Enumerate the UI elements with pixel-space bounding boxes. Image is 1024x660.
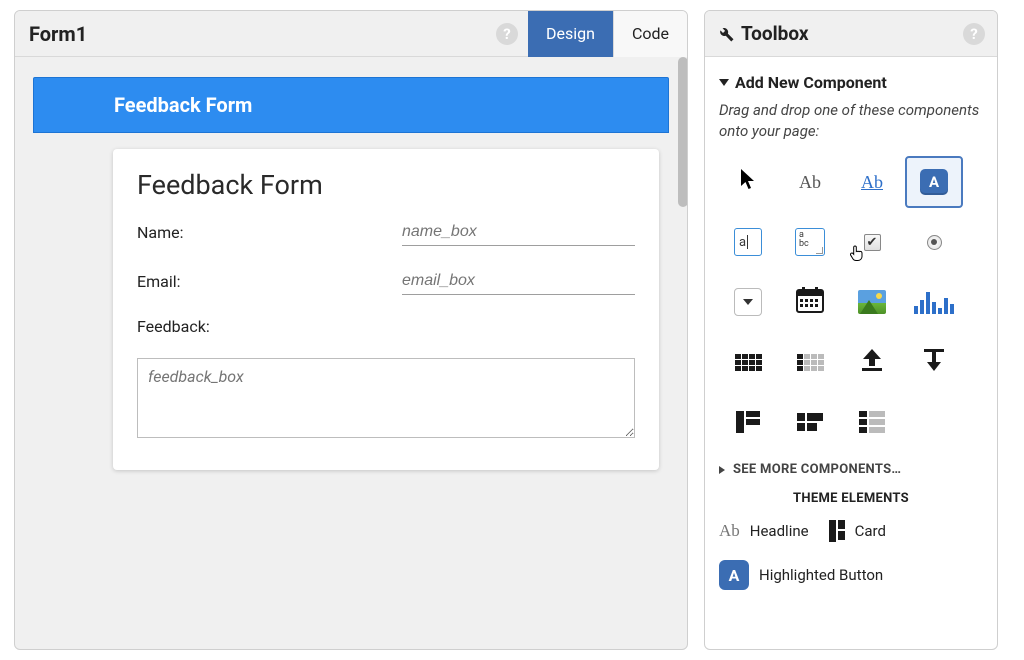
- component-chart[interactable]: [905, 276, 963, 328]
- theme-card-label: Card: [855, 522, 886, 540]
- theme-highlighted-button[interactable]: A Highlighted Button: [719, 560, 883, 590]
- calendar-icon: [796, 286, 824, 318]
- toolbox-title: Toolbox: [717, 22, 963, 45]
- help-icon[interactable]: ?: [496, 23, 518, 45]
- component-label[interactable]: Ab: [781, 156, 839, 208]
- email-label: Email:: [137, 272, 402, 291]
- radio-icon: [927, 235, 942, 250]
- feedback-label: Feedback:: [137, 317, 210, 336]
- download-icon: [921, 347, 947, 377]
- component-download[interactable]: [905, 336, 963, 388]
- design-header: Form1 ? Design Code: [15, 11, 687, 57]
- toolbox-header: Toolbox ?: [705, 11, 997, 57]
- feedback-row: Feedback:: [137, 317, 635, 336]
- feedback-textarea[interactable]: [137, 358, 635, 438]
- see-more-label: SEE MORE COMPONENTS…: [733, 462, 901, 477]
- theme-headline-label: Headline: [750, 522, 809, 540]
- cursor-icon: [738, 168, 758, 196]
- component-datagrid-light[interactable]: [781, 336, 839, 388]
- toolbox-title-text: Toolbox: [741, 22, 809, 45]
- theme-card[interactable]: Card: [829, 520, 886, 542]
- textbox-icon: a: [734, 228, 762, 256]
- component-upload[interactable]: [843, 336, 901, 388]
- email-row: Email:: [137, 268, 635, 295]
- component-grid: Ab Ab A a abc ✔: [719, 156, 983, 448]
- upload-icon: [859, 347, 885, 377]
- card-icon: [829, 520, 845, 542]
- theme-highlighted-button-label: Highlighted Button: [759, 566, 883, 584]
- toolbox-panel: Toolbox ? Add New Component Drag and dro…: [704, 10, 998, 650]
- card-title: Feedback Form: [137, 169, 635, 201]
- label-icon: Ab: [799, 172, 821, 193]
- email-input[interactable]: [402, 268, 635, 295]
- form-banner[interactable]: Feedback Form: [33, 77, 669, 133]
- component-image[interactable]: [843, 276, 901, 328]
- datagrid-icon: [735, 354, 762, 371]
- component-dropdown[interactable]: [719, 276, 777, 328]
- component-checkbox[interactable]: ✔: [843, 216, 901, 268]
- theme-row-2: A Highlighted Button: [719, 560, 983, 590]
- dropdown-icon: [734, 288, 762, 316]
- collapse-icon: [719, 79, 729, 86]
- form-card[interactable]: Feedback Form Name: Email: Feedback:: [113, 149, 659, 470]
- columnpanel-icon: [736, 411, 760, 433]
- toolbox-hint: Drag and drop one of these components on…: [719, 100, 983, 142]
- feedback-textarea-wrap: [137, 358, 635, 442]
- expand-icon: [719, 466, 725, 474]
- add-component-header[interactable]: Add New Component: [719, 73, 983, 92]
- tab-code[interactable]: Code: [613, 11, 687, 57]
- headline-icon: Ab: [719, 521, 740, 541]
- component-link[interactable]: Ab: [843, 156, 901, 208]
- theme-elements-heading: THEME ELEMENTS: [719, 491, 983, 506]
- component-textarea[interactable]: abc: [781, 216, 839, 268]
- richtext-icon: [859, 411, 885, 433]
- toolbox-body: Add New Component Drag and drop one of t…: [705, 57, 997, 649]
- highlighted-button-icon: A: [719, 560, 749, 590]
- image-icon: [858, 290, 886, 314]
- component-cursor[interactable]: [719, 156, 777, 208]
- chart-icon: [914, 290, 954, 314]
- add-component-label: Add New Component: [735, 73, 887, 92]
- component-radio[interactable]: [905, 216, 963, 268]
- link-icon: Ab: [861, 172, 883, 193]
- theme-row-1: Ab Headline Card: [719, 520, 983, 542]
- component-datepicker[interactable]: [781, 276, 839, 328]
- component-button[interactable]: A: [905, 156, 963, 208]
- form-banner-text: Feedback Form: [114, 93, 252, 117]
- component-flowpanel[interactable]: [781, 396, 839, 448]
- name-label: Name:: [137, 223, 402, 242]
- datagrid-light-icon: [797, 354, 824, 371]
- tab-design[interactable]: Design: [528, 11, 613, 57]
- button-icon: A: [920, 169, 948, 195]
- wrench-icon: [717, 25, 735, 43]
- name-row: Name:: [137, 219, 635, 246]
- form-title: Form1: [15, 22, 496, 46]
- checkbox-icon: ✔: [864, 234, 881, 251]
- see-more-components[interactable]: SEE MORE COMPONENTS…: [719, 462, 983, 477]
- design-panel: Form1 ? Design Code Feedback Form Feedba…: [14, 10, 688, 650]
- theme-headline[interactable]: Ab Headline: [719, 520, 809, 542]
- component-datagrid[interactable]: [719, 336, 777, 388]
- component-columnpanel[interactable]: [719, 396, 777, 448]
- textarea-icon: abc: [795, 228, 825, 256]
- name-input[interactable]: [402, 219, 635, 246]
- toolbox-help-icon[interactable]: ?: [963, 23, 985, 45]
- component-textbox[interactable]: a: [719, 216, 777, 268]
- component-richtext[interactable]: [843, 396, 901, 448]
- design-canvas[interactable]: Feedback Form Feedback Form Name: Email:…: [15, 57, 687, 649]
- flowpanel-icon: [797, 413, 823, 431]
